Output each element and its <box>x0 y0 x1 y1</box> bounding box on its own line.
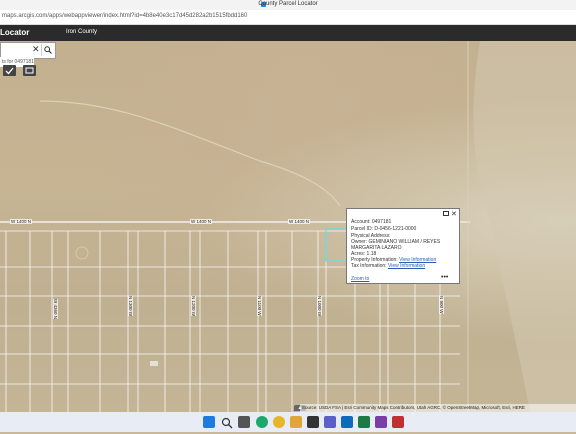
layers-tool-button[interactable] <box>23 65 36 76</box>
windows-icon[interactable] <box>203 416 215 428</box>
tax-info-link[interactable]: View Information <box>388 263 425 269</box>
zoom-to-link[interactable]: Zoom to <box>351 276 369 282</box>
app-header: Locator Iron County <box>0 25 576 41</box>
building <box>150 361 158 366</box>
url-text[interactable]: maps.arcgis.com/apps/webappviewer/index.… <box>2 13 247 19</box>
teams-icon[interactable] <box>324 416 336 428</box>
tax-info-row: Tax Information: View Information <box>351 263 425 269</box>
clearing <box>75 246 89 260</box>
tax-info-label: Tax Information: <box>351 263 387 269</box>
road-label: N 1000 W <box>317 296 322 317</box>
vpn-icon[interactable] <box>375 416 387 428</box>
light-terrain <box>473 41 576 412</box>
edge-icon[interactable] <box>256 416 268 428</box>
map-attribution: Source: USDA FSA | Esri Community Maps C… <box>300 404 576 412</box>
parcel-popup: ✕ Account: 0497181 Parcel ID: D-0456-122… <box>346 208 460 284</box>
account-text: Account: 0497181 <box>351 219 392 225</box>
clear-icon[interactable]: ✕ <box>32 44 40 55</box>
map-view[interactable]: W 1400 N W 1400 N W 1400 N W 4360 N N 13… <box>0 41 576 412</box>
check-icon <box>5 67 14 75</box>
road-label: N 1200 W <box>191 296 196 317</box>
file-explorer-icon[interactable] <box>290 416 302 428</box>
selected-parcel <box>325 228 349 262</box>
task-view-icon[interactable] <box>238 416 250 428</box>
store-icon[interactable] <box>307 416 319 428</box>
road-label: N 1300 W <box>128 296 133 317</box>
dirt-trail <box>39 100 341 207</box>
taskbar <box>0 412 576 432</box>
excel-icon[interactable] <box>358 416 370 428</box>
road-label: W 1400 N <box>288 219 311 224</box>
layers-icon <box>25 67 34 74</box>
road-label: W 4360 N <box>53 299 58 320</box>
more-options-icon[interactable]: ••• <box>441 274 448 281</box>
parcel-id-text: Parcel ID: D-0456-1221-0000 <box>351 226 417 232</box>
search-button[interactable] <box>41 44 54 56</box>
parcel-map <box>0 41 576 412</box>
search-icon[interactable] <box>221 416 233 429</box>
maximize-icon[interactable] <box>443 211 449 216</box>
road-label: W 1400 N <box>190 219 213 224</box>
tab-iron-county[interactable]: Iron County <box>66 29 97 35</box>
search-icon <box>44 46 52 54</box>
address-bar[interactable]: maps.arcgis.com/apps/webappviewer/index.… <box>0 10 576 25</box>
road-label: N 900 W <box>439 296 444 314</box>
road-label: W 1400 N <box>10 219 33 224</box>
app-title: Locator <box>0 28 30 37</box>
chrome-icon[interactable] <box>273 416 285 428</box>
measure-tool-button[interactable] <box>3 65 16 76</box>
close-icon[interactable]: ✕ <box>451 210 457 218</box>
mail-icon[interactable] <box>341 416 353 428</box>
road-label: N 1100 W <box>257 296 262 316</box>
app-icon[interactable] <box>392 416 404 428</box>
window-title: County Parcel Locator <box>258 1 318 7</box>
browser-title-bar: County Parcel Locator <box>0 0 576 10</box>
